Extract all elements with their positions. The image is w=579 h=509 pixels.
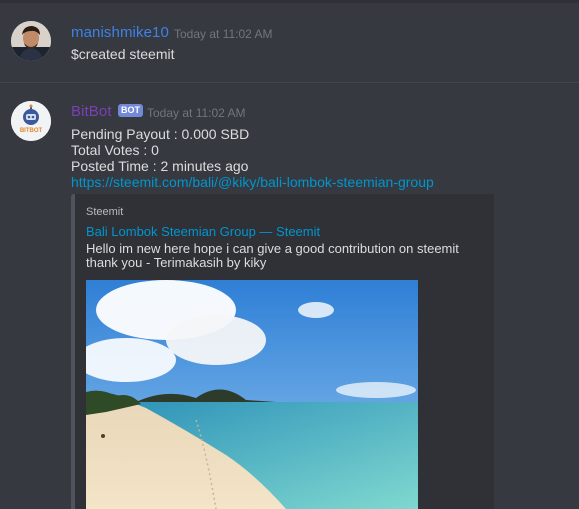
bitbot-logo-text: BITBOT: [19, 128, 43, 134]
username[interactable]: manishmike10: [71, 24, 169, 41]
embed-description: Hello im new here hope i can give a good…: [86, 241, 459, 270]
user-avatar[interactable]: [11, 21, 51, 61]
embed-provider[interactable]: Steemit: [86, 206, 123, 218]
timestamp: Today at 11:02 AM: [147, 106, 246, 120]
total-votes-line: Total Votes : 0: [71, 142, 159, 158]
message-content: $created steemit: [71, 46, 175, 62]
embed-title-link[interactable]: Bali Lombok Steemian Group — Steemit: [86, 224, 320, 239]
message-manishmike10: manishmike10 Today at 11:02 AM $created …: [0, 0, 579, 82]
posted-time-line: Posted Time : 2 minutes ago: [71, 158, 249, 174]
steemit-post-link[interactable]: https://steemit.com/bali/@kiky/bali-lomb…: [71, 174, 434, 190]
bot-badge: BOT: [118, 104, 143, 117]
embed-image[interactable]: [86, 280, 418, 509]
beach-photo-icon: [86, 280, 418, 509]
bot-message-content: Pending Payout : 0.000 SBD Total Votes :…: [71, 126, 434, 190]
bitbot-robot-logo-icon: [11, 101, 51, 141]
user-avatar-photo-icon: [11, 21, 51, 61]
pending-payout-line: Pending Payout : 0.000 SBD: [71, 126, 250, 142]
message-bitbot: BITBOT BitBot BOT Today at 11:02 AM Pend…: [0, 83, 579, 509]
bot-username[interactable]: BitBot: [71, 103, 112, 120]
link-embed: Steemit Bali Lombok Steemian Group — Ste…: [71, 194, 494, 509]
bot-avatar[interactable]: BITBOT: [11, 101, 51, 141]
timestamp: Today at 11:02 AM: [174, 27, 273, 41]
